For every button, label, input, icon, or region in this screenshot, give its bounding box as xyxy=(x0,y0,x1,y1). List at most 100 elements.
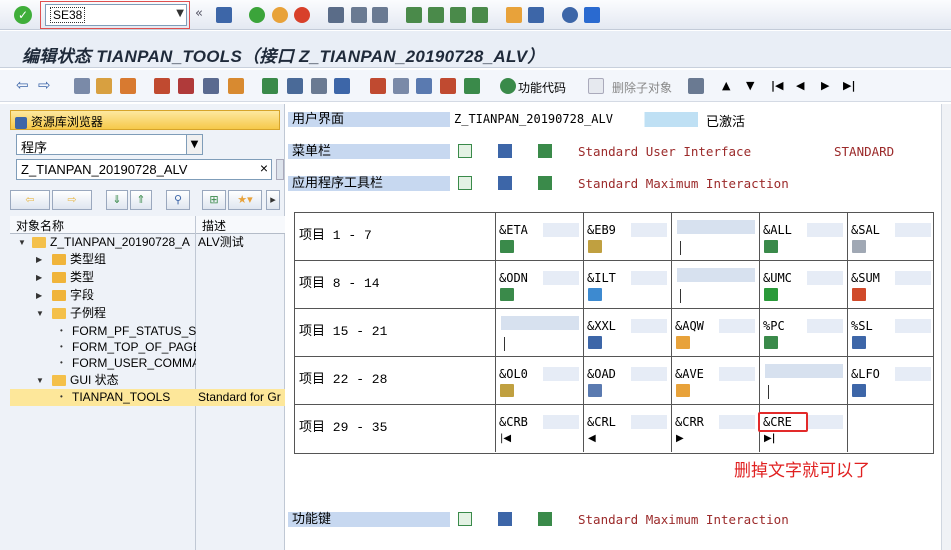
info-icon[interactable] xyxy=(498,176,512,190)
copy-icon[interactable] xyxy=(393,78,409,94)
function-code[interactable]: &CRB xyxy=(499,415,579,429)
empty-slot[interactable] xyxy=(501,316,579,330)
other-object-icon[interactable] xyxy=(96,78,112,94)
item-cell[interactable]: &CRL ◀ xyxy=(583,405,671,452)
tree-node-program[interactable]: ▼ Z_TIANPAN_20190728_A ALV测试 xyxy=(10,234,285,251)
empty-slot[interactable] xyxy=(677,268,755,282)
tree-node-selected[interactable]: • TIANPAN_TOOLS Standard for Gr xyxy=(10,389,285,406)
first-icon[interactable]: |◀ xyxy=(771,79,783,92)
cut-icon[interactable] xyxy=(370,78,386,94)
item-cell-empty[interactable] xyxy=(495,309,583,356)
function-code[interactable]: &LFO xyxy=(851,367,931,381)
item-cell[interactable]: &UMC xyxy=(759,261,847,308)
info-icon[interactable] xyxy=(498,512,512,526)
hierarchy-icon[interactable]: ⊞ xyxy=(202,190,226,210)
item-cell-empty[interactable] xyxy=(671,213,759,260)
new-session-icon[interactable] xyxy=(506,7,522,23)
collapse-icon[interactable]: « xyxy=(195,6,203,21)
item-cell[interactable]: &LFO xyxy=(847,357,933,404)
function-code-button[interactable]: 功能代码 xyxy=(518,79,566,96)
item-cell[interactable]: &SAL xyxy=(847,213,933,260)
hierarchy-icon[interactable] xyxy=(538,176,552,190)
function-code[interactable]: &ALL xyxy=(763,223,843,237)
activate-icon[interactable] xyxy=(154,78,170,94)
item-cell[interactable]: &CRB |◀ xyxy=(495,405,583,452)
function-code-icon[interactable] xyxy=(500,78,516,94)
previous-icon[interactable]: ◀ xyxy=(796,79,804,92)
item-cell-empty[interactable] xyxy=(759,357,847,404)
function-code[interactable]: %SL xyxy=(851,319,931,333)
item-cell[interactable]: %SL xyxy=(847,309,933,356)
function-code[interactable]: &ETA xyxy=(499,223,579,237)
tree-node-fields[interactable]: ▶ 字段 xyxy=(10,287,285,304)
exit-icon[interactable] xyxy=(272,7,288,23)
function-code[interactable]: &CRL xyxy=(587,415,667,429)
where-used-icon[interactable] xyxy=(203,78,219,94)
display-change-icon[interactable] xyxy=(74,78,90,94)
hierarchy-icon[interactable] xyxy=(538,144,552,158)
function-code[interactable]: &XXL xyxy=(587,319,667,333)
arrow-right-icon[interactable]: ⇨ xyxy=(38,76,54,94)
item-cell[interactable]: &SUM xyxy=(847,261,933,308)
object-type-select[interactable]: 程序 ▼ xyxy=(16,134,203,156)
layout-icon[interactable] xyxy=(584,7,600,23)
function-code[interactable]: &SAL xyxy=(851,223,931,237)
tree-node-form[interactable]: • FORM_PF_STATUS_SE xyxy=(10,323,285,340)
empty-slot[interactable] xyxy=(677,220,755,234)
info-icon[interactable] xyxy=(498,144,512,158)
back-icon[interactable] xyxy=(249,7,265,23)
expand-icon[interactable]: ⇓ xyxy=(106,190,128,210)
last-page-icon[interactable] xyxy=(472,7,488,23)
list-icon[interactable] xyxy=(287,78,303,94)
find-icon[interactable] xyxy=(351,7,367,23)
item-cell[interactable]: &XXL xyxy=(583,309,671,356)
hierarchy-icon[interactable] xyxy=(538,512,552,526)
item-cell[interactable]: &ETA xyxy=(495,213,583,260)
item-cell[interactable]: &EB9 xyxy=(583,213,671,260)
tree-node-subroutines[interactable]: ▼ 子例程 xyxy=(10,305,285,322)
function-code[interactable]: %PC xyxy=(763,319,843,333)
tree-node-types[interactable]: ▶ 类型 xyxy=(10,269,285,286)
print-icon[interactable] xyxy=(688,78,704,94)
expand-right-icon[interactable]: ▶ xyxy=(36,287,42,304)
item-cell[interactable]: &AQW xyxy=(671,309,759,356)
expand-down-icon[interactable]: ▼ xyxy=(36,372,44,389)
empty-slot[interactable] xyxy=(853,412,931,426)
delete-row-icon[interactable] xyxy=(440,78,456,94)
item-cell[interactable]: &ALL xyxy=(759,213,847,260)
function-code[interactable]: &SUM xyxy=(851,271,931,285)
previous-page-icon[interactable] xyxy=(428,7,444,23)
move-up-icon[interactable]: ▲ xyxy=(722,79,730,92)
window-icon[interactable] xyxy=(311,78,327,94)
tree-node-form[interactable]: • FORM_USER_COMMAN xyxy=(10,355,285,372)
function-code[interactable]: &AVE xyxy=(675,367,755,381)
function-code[interactable]: &OAD xyxy=(587,367,667,381)
scroll-stub[interactable] xyxy=(276,159,284,180)
shortcut-icon[interactable] xyxy=(528,7,544,23)
more-icon[interactable]: ▸ xyxy=(266,190,280,210)
first-page-icon[interactable] xyxy=(406,7,422,23)
object-name-input[interactable]: Z_TIANPAN_20190728_ALV × xyxy=(16,159,272,180)
function-code[interactable]: &CRR xyxy=(675,415,755,429)
tree-node-gui-status[interactable]: ▼ GUI 状态 xyxy=(10,372,285,389)
edit-icon[interactable] xyxy=(178,78,194,94)
arrow-left-icon[interactable]: ⇦ xyxy=(16,76,32,94)
hierarchy-icon[interactable] xyxy=(262,78,278,94)
item-cell[interactable]: &OL0 xyxy=(495,357,583,404)
item-cell[interactable]: &OAD xyxy=(583,357,671,404)
delete-child-button[interactable]: 删除子对象 xyxy=(612,79,672,96)
item-cell-empty[interactable] xyxy=(847,405,933,452)
insert-row-icon[interactable] xyxy=(464,78,480,94)
collapse-icon[interactable]: ⇑ xyxy=(130,190,152,210)
expand-right-icon[interactable]: ▶ xyxy=(36,251,42,268)
function-code[interactable]: &OL0 xyxy=(499,367,579,381)
function-code[interactable]: &AQW xyxy=(675,319,755,333)
navigate-icon[interactable] xyxy=(228,78,244,94)
expand-down-icon[interactable]: ▼ xyxy=(36,305,44,322)
expand-box-icon[interactable] xyxy=(458,144,472,158)
function-code[interactable]: &ILT xyxy=(587,271,667,285)
nav-back-icon[interactable]: ⇦ xyxy=(10,190,50,210)
chevron-down-icon[interactable]: ▼ xyxy=(186,135,202,154)
favorites-icon[interactable]: ★▾ xyxy=(228,190,262,210)
info-icon[interactable] xyxy=(334,78,350,94)
